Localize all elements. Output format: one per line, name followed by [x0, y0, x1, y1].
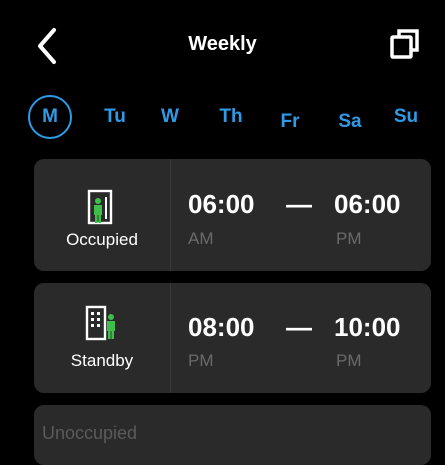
day-tab-wednesday[interactable]: W	[155, 95, 185, 139]
schedule-card-standby[interactable]: Standby 08:00 PM — 10:00 PM	[34, 283, 431, 393]
copy-button[interactable]	[389, 27, 421, 61]
day-tab-thursday[interactable]: Th	[211, 95, 251, 139]
page-title: Weekly	[188, 33, 257, 55]
mode-label: Occupied	[66, 230, 138, 249]
day-tab-monday[interactable]: M	[28, 95, 72, 139]
mode-panel: Standby	[34, 283, 171, 393]
schedule-card-occupied[interactable]: Occupied 06:00 AM — 06:00 PM	[34, 159, 431, 271]
day-tab-sunday[interactable]: Su	[386, 95, 426, 139]
schedule-card-unoccupied[interactable]: Unoccupied	[34, 405, 431, 465]
day-tab-friday[interactable]: Fr	[272, 100, 308, 144]
start-time: 08:00	[188, 312, 255, 342]
time-separator: —	[286, 189, 312, 219]
time-separator: —	[286, 312, 312, 342]
start-ampm: AM	[188, 229, 214, 248]
day-tab-saturday[interactable]: Sa	[330, 100, 370, 144]
start-ampm: PM	[188, 351, 214, 370]
mode-label: Standby	[70, 351, 134, 370]
start-time: 06:00	[188, 189, 255, 219]
end-time: 10:00	[334, 312, 401, 342]
end-time: 06:00	[334, 189, 401, 219]
copy-icon	[390, 29, 419, 59]
header: Weekly	[0, 0, 445, 90]
end-ampm: PM	[336, 229, 362, 248]
mode-panel: Occupied	[34, 159, 171, 271]
occupied-building-person-icon	[87, 189, 113, 225]
mode-label: Unoccupied	[42, 423, 138, 443]
end-ampm: PM	[336, 351, 362, 370]
day-tab-tuesday[interactable]: Tu	[95, 95, 135, 139]
day-selector: M Tu W Th Fr Sa Su	[0, 95, 445, 145]
standby-building-person-icon	[85, 305, 115, 341]
